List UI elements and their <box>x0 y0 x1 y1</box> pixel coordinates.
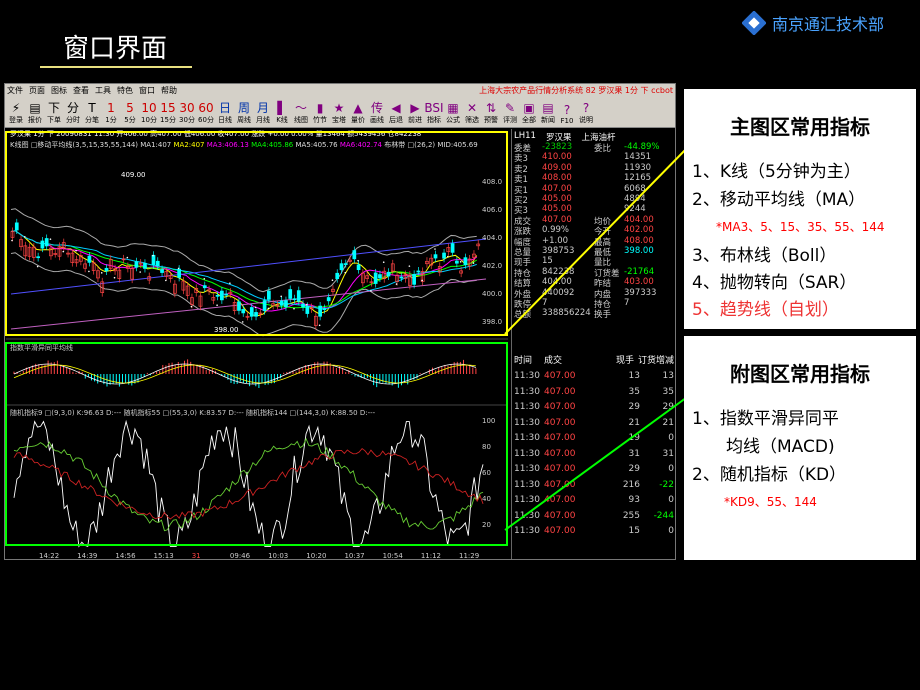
main-item-3: 3、布林线（Boll） <box>692 246 837 266</box>
sub-item-kd-periods: *KD9、55、144 <box>724 495 817 509</box>
sub-item-1-cont: 均线（MACD) <box>726 437 835 457</box>
sub-item-1: 1、指数平滑异同平 <box>692 409 839 429</box>
main-item-1: 1、K线（5分钟为主） <box>692 162 861 182</box>
sub-panel-title: 附图区常用指标 <box>730 362 870 386</box>
main-panel-title: 主图区常用指标 <box>730 115 870 139</box>
sub-indicators-panel: 附图区常用指标 1、指数平滑异同平 均线（MACD) 2、随机指标（KD） *K… <box>684 336 916 560</box>
sub-connector-line <box>504 394 691 531</box>
main-indicators-panel: 主图区常用指标 1、K线（5分钟为主） 2、移动平均线（MA） *MA3、5、1… <box>684 89 916 329</box>
main-connector-line <box>504 144 691 335</box>
main-item-5: 5、趋势线（自划） <box>692 300 839 320</box>
main-item-2: 2、移动平均线（MA） <box>692 190 866 210</box>
sub-item-2: 2、随机指标（KD） <box>692 465 847 485</box>
main-item-ma-periods: *MA3、5、15、35、55、144 <box>716 220 885 234</box>
main-item-4: 4、抛物转向（SAR） <box>692 273 857 293</box>
